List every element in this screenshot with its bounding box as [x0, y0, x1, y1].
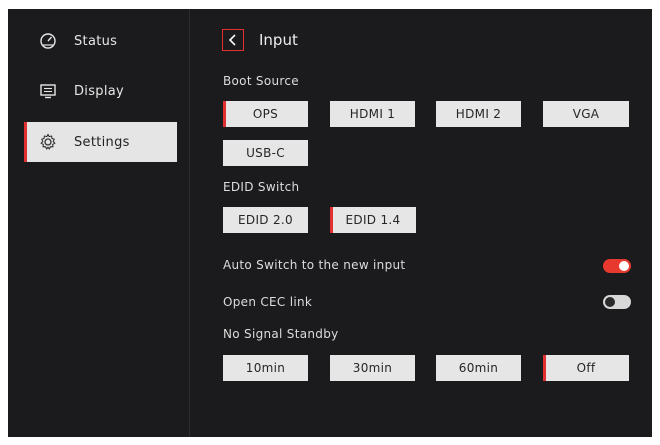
- boot-source-option-usbc[interactable]: USB-C: [223, 140, 308, 166]
- boot-source-option-ops[interactable]: OPS: [223, 101, 308, 127]
- display-icon: [38, 81, 58, 101]
- cec-link-toggle[interactable]: [603, 295, 631, 309]
- standby-option-off[interactable]: Off: [543, 355, 629, 381]
- boot-source-option-vga[interactable]: VGA: [543, 101, 629, 127]
- toggle-knob: [605, 297, 615, 307]
- standby-option-60min[interactable]: 60min: [436, 355, 521, 381]
- edid-switch-label: EDID Switch: [223, 180, 300, 194]
- chevron-left-icon: [228, 34, 236, 46]
- edid-option-2-0[interactable]: EDID 2.0: [223, 207, 308, 233]
- page-title: Input: [259, 31, 298, 49]
- sidebar-item-settings[interactable]: Settings: [24, 122, 177, 162]
- toggle-knob: [619, 261, 629, 271]
- edid-option-1-4[interactable]: EDID 1.4: [330, 207, 416, 233]
- boot-source-option-hdmi1[interactable]: HDMI 1: [330, 101, 415, 127]
- boot-source-label: Boot Source: [223, 74, 299, 88]
- cec-link-label: Open CEC link: [223, 295, 313, 309]
- gauge-icon: [38, 31, 58, 51]
- sidebar-item-display[interactable]: Display: [24, 71, 177, 111]
- auto-switch-label: Auto Switch to the new input: [223, 258, 406, 272]
- auto-switch-toggle[interactable]: [603, 259, 631, 273]
- settings-screen: Status Display Settings Input Boot Sourc…: [8, 9, 652, 437]
- sidebar-item-label: Settings: [74, 134, 130, 150]
- no-signal-standby-label: No Signal Standby: [223, 327, 339, 341]
- main-panel: Input Boot Source OPS HDMI 1 HDMI 2 VGA …: [190, 9, 652, 437]
- standby-option-30min[interactable]: 30min: [330, 355, 415, 381]
- boot-source-option-hdmi2[interactable]: HDMI 2: [436, 101, 521, 127]
- sidebar-item-label: Display: [74, 83, 125, 99]
- sidebar: Status Display Settings: [8, 9, 190, 437]
- sidebar-item-label: Status: [74, 33, 118, 49]
- standby-option-10min[interactable]: 10min: [223, 355, 308, 381]
- sidebar-item-status[interactable]: Status: [24, 21, 177, 61]
- back-button[interactable]: [222, 29, 244, 51]
- gear-icon: [38, 132, 58, 152]
